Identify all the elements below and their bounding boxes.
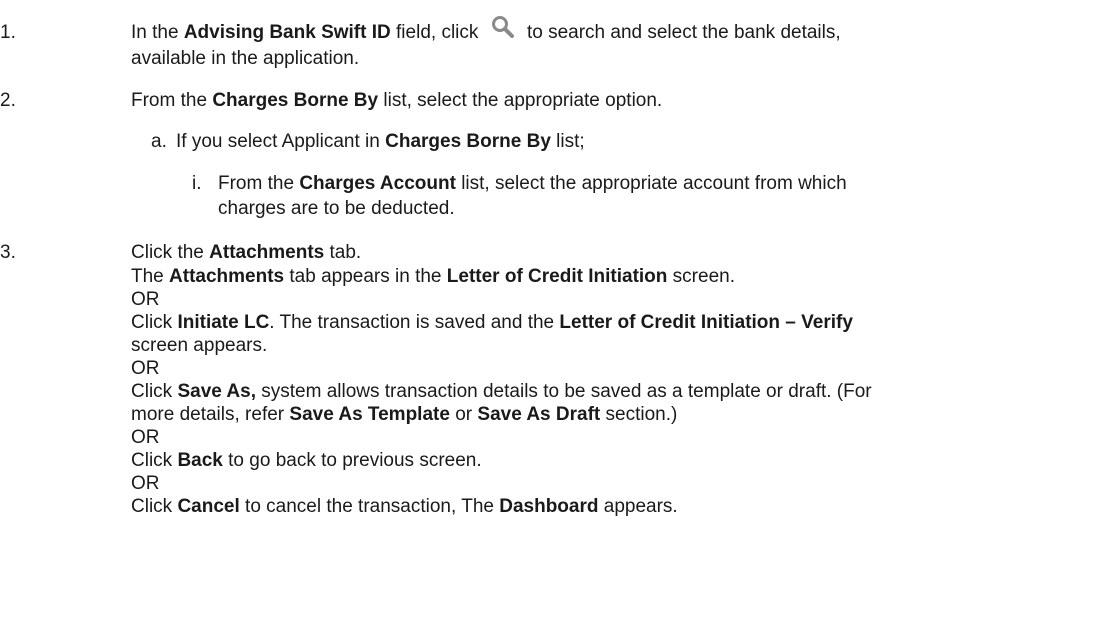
section-name: Save As Template — [289, 404, 450, 425]
text: Click the — [131, 242, 210, 263]
field-name: Charges Borne By — [385, 131, 551, 152]
step-2a-line: If you select Applicant in Charges Borne… — [176, 131, 585, 153]
text: From the — [131, 90, 213, 111]
screen-name: Dashboard — [499, 496, 599, 517]
sub-step-letter: a. — [151, 131, 167, 152]
step-1-line-2: available in the application. — [131, 48, 360, 69]
step-2-line-1: From the Charges Borne By list, select t… — [131, 90, 662, 112]
sub-sub-step-roman: i. — [192, 173, 202, 194]
button-name: Back — [177, 450, 223, 471]
button-name: Initiate LC — [177, 312, 270, 333]
button-name: Cancel — [177, 496, 240, 517]
tab-name: Attachments — [209, 242, 325, 263]
step-number: 3. — [0, 242, 16, 263]
text: to go back to previous screen. — [222, 450, 482, 471]
text: Click — [131, 496, 178, 517]
text: field, click — [390, 22, 484, 43]
or-separator: OR — [131, 289, 160, 310]
step-number: 1. — [0, 22, 16, 43]
field-name: Charges Account — [299, 173, 456, 194]
text: tab appears in the — [284, 266, 447, 287]
step-3-line-4: Click Initiate LC. The transaction is sa… — [131, 312, 853, 334]
field-name: Advising Bank Swift ID — [183, 22, 391, 43]
step-3-line-1: Click the Attachments tab. — [131, 242, 361, 264]
text: more details, refer — [131, 404, 290, 425]
step-2ai-line-2: charges are to be deducted. — [218, 198, 455, 219]
search-icon — [490, 16, 516, 44]
step-3-line-5: screen appears. — [131, 335, 268, 356]
text: or — [449, 404, 478, 425]
field-name: Charges Borne By — [212, 90, 379, 111]
or-separator: OR — [131, 358, 160, 379]
or-separator: OR — [131, 473, 160, 494]
step-1-line-1: In the Advising Bank Swift ID field, cli… — [131, 16, 841, 44]
text: Click — [131, 312, 178, 333]
text: section.) — [600, 404, 678, 425]
text: appears. — [598, 496, 678, 517]
step-number: 2. — [0, 90, 16, 111]
step-3-line-10: Click Back to go back to previous screen… — [131, 450, 482, 472]
text: If you select Applicant in — [176, 131, 386, 152]
text: system allows transaction details to be … — [255, 381, 872, 402]
text: list; — [550, 131, 585, 152]
tab-name: Attachments — [169, 266, 285, 287]
step-3-line-8: more details, refer Save As Template or … — [131, 404, 677, 426]
text: to cancel the transaction, The — [239, 496, 500, 517]
text: list, select the appropriate account fro… — [455, 173, 847, 194]
text: list, select the appropriate option. — [378, 90, 663, 111]
screen-name: Letter of Credit Initiation – Verify — [559, 312, 853, 333]
text: screen. — [667, 266, 735, 287]
text: to search and select the bank details, — [521, 22, 841, 43]
text: From the — [218, 173, 300, 194]
text: tab. — [324, 242, 362, 263]
screen-name: Letter of Credit Initiation — [446, 266, 668, 287]
step-3-line-12: Click Cancel to cancel the transaction, … — [131, 496, 678, 518]
or-separator: OR — [131, 427, 160, 448]
text: In the — [131, 22, 184, 43]
button-name: Save As, — [177, 381, 256, 402]
text: The — [131, 266, 170, 287]
text: Click — [131, 450, 178, 471]
section-name: Save As Draft — [477, 404, 601, 425]
step-3-line-7: Click Save As, system allows transaction… — [131, 381, 872, 403]
document-body: 1. In the Advising Bank Swift ID field, … — [0, 0, 1109, 622]
text: Click — [131, 381, 178, 402]
step-2ai-line-1: From the Charges Account list, select th… — [218, 173, 847, 195]
step-3-line-2: The Attachments tab appears in the Lette… — [131, 266, 735, 288]
text: . The transaction is saved and the — [269, 312, 560, 333]
